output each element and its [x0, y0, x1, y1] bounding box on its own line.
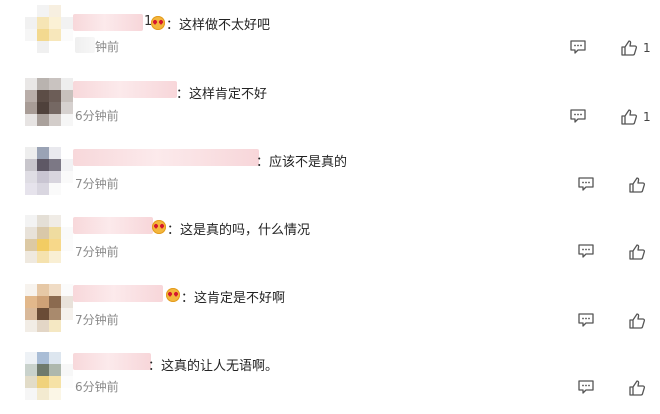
thumbs-up-icon	[621, 109, 638, 125]
comment-text: ：这肯定是不好啊	[181, 291, 286, 306]
avatar[interactable]	[25, 352, 73, 400]
comment-item: ：这真的让人无语啊。 6分钟前	[0, 346, 660, 414]
comment-item: ：应该不是真的 7分钟前	[0, 142, 660, 210]
username-redacted[interactable]	[73, 14, 143, 31]
like-button[interactable]	[628, 379, 646, 397]
comment-icon	[578, 380, 594, 394]
comment-icon	[578, 177, 594, 191]
username-redacted[interactable]	[73, 217, 153, 234]
comment-item: 1 ：这样做不太好吧 钟前 1	[0, 5, 660, 73]
comment-text: ：这样做不太好吧	[166, 18, 271, 33]
thumbs-up-icon	[621, 40, 638, 56]
reply-button[interactable]	[569, 38, 587, 56]
like-button[interactable]	[628, 176, 646, 194]
avatar[interactable]	[25, 147, 73, 195]
comment-icon	[570, 109, 586, 123]
comment-icon	[578, 313, 594, 327]
username-redacted[interactable]	[73, 81, 177, 98]
avatar[interactable]	[25, 215, 73, 263]
like-button[interactable]	[620, 39, 638, 57]
comment-time: 钟前	[95, 40, 120, 54]
like-button[interactable]	[628, 243, 646, 261]
avatar[interactable]	[25, 78, 73, 126]
comment-time: 7分钟前	[75, 177, 119, 191]
thumbs-up-icon	[629, 244, 646, 260]
comment-time: 6分钟前	[75, 380, 119, 394]
thumbs-up-icon	[629, 177, 646, 193]
reply-button[interactable]	[569, 107, 587, 125]
comment-item: ：这是真的吗，什么情况 7分钟前	[0, 210, 660, 278]
like-count: 1	[643, 110, 651, 124]
comment-text: ：这是真的吗，什么情况	[167, 223, 311, 238]
avatar[interactable]	[25, 5, 73, 53]
username-redacted[interactable]	[73, 285, 163, 302]
like-button[interactable]	[620, 108, 638, 126]
comment-icon	[578, 244, 594, 258]
avatar[interactable]	[25, 284, 73, 332]
reply-button[interactable]	[577, 311, 595, 329]
comment-text: ：这样肯定不好	[176, 87, 268, 102]
like-count: 1	[643, 41, 651, 55]
thumbs-up-icon	[629, 313, 646, 329]
comment-item: ：这样肯定不好 6分钟前 1	[0, 74, 660, 142]
emoji-icon	[152, 220, 166, 234]
username-redacted[interactable]	[73, 149, 259, 166]
thumbs-up-icon	[629, 380, 646, 396]
comment-time: 7分钟前	[75, 313, 119, 327]
time-redacted	[75, 37, 95, 53]
comment-item: ：这肯定是不好啊 7分钟前	[0, 278, 660, 346]
comment-time: 6分钟前	[75, 109, 119, 123]
comment-icon	[570, 40, 586, 54]
reply-button[interactable]	[577, 175, 595, 193]
reply-button[interactable]	[577, 378, 595, 396]
reply-button[interactable]	[577, 242, 595, 260]
comment-text: ：这真的让人无语啊。	[148, 359, 279, 374]
username-redacted[interactable]	[73, 353, 151, 370]
like-button[interactable]	[628, 312, 646, 330]
emoji-icon	[151, 16, 165, 30]
emoji-icon	[166, 288, 180, 302]
comment-text: ：应该不是真的	[256, 155, 348, 170]
comment-time: 7分钟前	[75, 245, 119, 259]
